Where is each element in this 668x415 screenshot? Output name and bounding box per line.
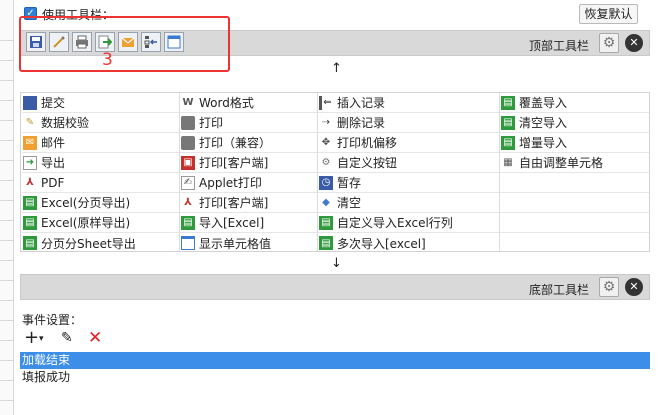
- edit-icon[interactable]: ✎: [61, 330, 73, 346]
- grid-item-print[interactable]: 打印: [180, 113, 317, 133]
- pdf-print-icon: ▣: [181, 155, 195, 170]
- event-list: 加载结束 填报成功: [20, 352, 650, 415]
- excel-import-icon: ▤: [319, 215, 333, 230]
- print-icon: [181, 135, 195, 150]
- event-settings-label: 事件设置：: [22, 313, 83, 327]
- grid-item-temp-save[interactable]: ◷ 暂存: [318, 173, 499, 193]
- word-icon: W: [182, 97, 194, 108]
- grid-item-empty: [500, 233, 649, 253]
- applet-icon: ✍: [181, 175, 195, 190]
- export-icon: ➜: [23, 155, 37, 170]
- move-down-icon[interactable]: ↓: [331, 256, 342, 271]
- delete-icon[interactable]: ✕: [88, 328, 102, 348]
- eraser-icon: ◆: [322, 197, 330, 208]
- insert-record-icon: ⇐: [319, 95, 333, 110]
- grid-item-empty: [500, 213, 649, 233]
- top-toolbar-settings-icon[interactable]: ⚙: [599, 33, 619, 53]
- grid-item-excel-paged-export[interactable]: ▤ Excel(分页导出): [22, 193, 179, 213]
- grid-item-print-client[interactable]: ▣ 打印[客户端]: [180, 153, 317, 173]
- event-item-load-end[interactable]: 加载结束: [20, 352, 650, 369]
- bottom-toolbar-close-icon[interactable]: ✕: [625, 278, 643, 296]
- left-ruler: [0, 0, 14, 415]
- bottom-toolbar-label: 底部工具栏: [528, 283, 589, 297]
- temp-save-icon: ◷: [319, 175, 333, 190]
- grid-item-show-cell-value[interactable]: 显示单元格值: [180, 233, 317, 253]
- grid-item-pdf[interactable]: ⅄ PDF: [22, 173, 179, 193]
- mail-icon: ✉: [23, 135, 37, 150]
- pdf-icon: ⅄: [184, 197, 192, 208]
- add-event-icon[interactable]: +: [24, 327, 39, 348]
- grid-item-overwrite-import[interactable]: ▤ 覆盖导入: [500, 93, 649, 113]
- bottom-toolbar-settings-icon[interactable]: ⚙: [599, 277, 619, 297]
- button-grid: 提交 W Word格式 ⇐ 插入记录 ▤ 覆盖导入 ✎ 数据校验 打印 ⇢ 删除记录 ▤ 清…: [20, 92, 650, 252]
- move-icon: ✥: [321, 137, 331, 148]
- grid-item-word[interactable]: W Word格式: [180, 93, 317, 113]
- top-toolbar-label: 顶部工具栏: [528, 39, 589, 53]
- excel-import-icon: ▤: [319, 236, 333, 250]
- grid-item-multi-import-excel[interactable]: ▤ 多次导入[excel]: [318, 233, 499, 253]
- grid-item-custom-import-excel-rows[interactable]: ▤ 自定义导入Excel行列: [318, 213, 499, 233]
- grid-item-paged-sheet-export[interactable]: ▤ 分页分Sheet导出: [22, 233, 179, 253]
- chevron-down-icon[interactable]: ▾: [39, 334, 44, 344]
- grid-item-insert-record[interactable]: ⇐ 插入记录: [318, 93, 499, 113]
- grid-item-clear[interactable]: ◆ 清空: [318, 193, 499, 213]
- event-item-submit-success[interactable]: 填报成功: [20, 369, 650, 386]
- bottom-toolbar: 底部工具栏 ⚙ ✕: [20, 274, 650, 300]
- grid-item-submit[interactable]: 提交: [22, 93, 179, 113]
- print-icon: [181, 115, 195, 130]
- grid-item-import-excel[interactable]: ▤ 导入[Excel]: [180, 213, 317, 233]
- grid-item-custom-button[interactable]: ⚙ 自定义按钮: [318, 153, 499, 173]
- grid-item-print-compatible[interactable]: 打印（兼容）: [180, 133, 317, 153]
- verify-icon: ✎: [25, 117, 35, 128]
- excel-import-icon: ▤: [501, 95, 515, 110]
- excel-icon: ▤: [23, 195, 37, 210]
- grid-icon: ▦: [503, 157, 513, 168]
- gear-icon: ⚙: [321, 157, 331, 168]
- grid-item-mail[interactable]: ✉ 邮件: [22, 133, 179, 153]
- grid-item-excel-original-export[interactable]: ▤ Excel(原样导出): [22, 213, 179, 233]
- excel-import-icon: ▤: [501, 135, 515, 150]
- annotation-number: 3: [102, 50, 113, 70]
- excel-import-icon: ▤: [181, 215, 195, 230]
- grid-item-data-verify[interactable]: ✎ 数据校验: [22, 113, 179, 133]
- annotation-highlight-box: [19, 16, 230, 72]
- grid-item-clear-import[interactable]: ▤ 清空导入: [500, 113, 649, 133]
- delete-record-icon: ⇢: [321, 117, 331, 128]
- cell-icon: [181, 236, 195, 250]
- grid-item-applet-print[interactable]: ✍ Applet打印: [180, 173, 317, 193]
- grid-item-incremental-import[interactable]: ▤ 增量导入: [500, 133, 649, 153]
- excel-import-icon: ▤: [501, 115, 515, 130]
- grid-item-delete-record[interactable]: ⇢ 删除记录: [318, 113, 499, 133]
- grid-item-free-adjust-cell[interactable]: ▦ 自由调整单元格: [500, 153, 649, 173]
- excel-icon: ▤: [23, 236, 37, 250]
- restore-default-button[interactable]: 恢复默认: [579, 4, 638, 24]
- top-toolbar-close-icon[interactable]: ✕: [625, 34, 643, 52]
- save-icon: [23, 95, 37, 110]
- excel-icon: ▤: [23, 215, 37, 230]
- grid-item-printer-offset[interactable]: ✥ 打印机偏移: [318, 133, 499, 153]
- move-up-icon[interactable]: ↑: [331, 61, 342, 76]
- grid-item-print-client-pdf[interactable]: ⅄ 打印[客户端]: [180, 193, 317, 213]
- pdf-icon: ⅄: [26, 177, 34, 188]
- grid-item-empty: [500, 193, 649, 213]
- grid-item-empty: [500, 173, 649, 193]
- grid-item-export[interactable]: ➜ 导出: [22, 153, 179, 173]
